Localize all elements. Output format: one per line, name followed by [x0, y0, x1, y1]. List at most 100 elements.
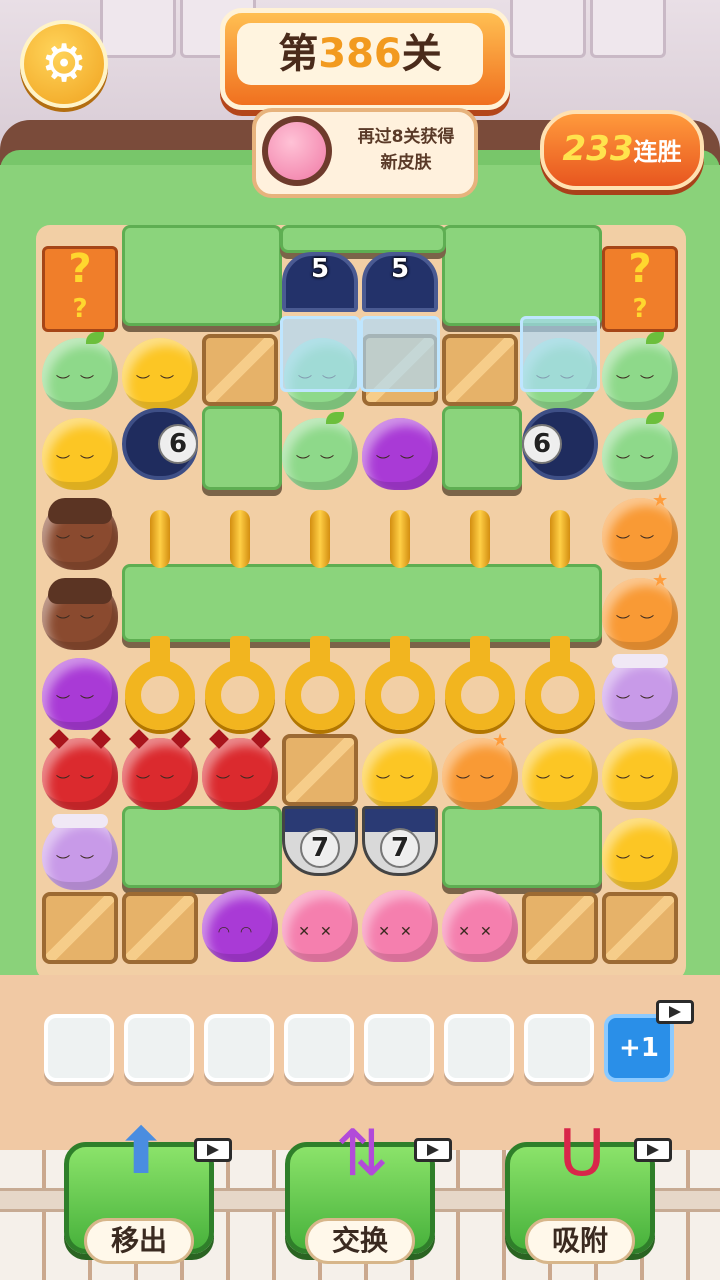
pink-jelly[interactable]: ✕✕: [282, 890, 358, 962]
yellow-jelly[interactable]: ︶︶: [602, 738, 678, 810]
wooden-crate: [122, 892, 198, 964]
golden-pin: [150, 510, 170, 568]
settings-button[interactable]: ⚙: [20, 20, 108, 108]
red-devil-jelly[interactable]: ︶︶: [122, 729, 198, 810]
grass-wall: [442, 806, 602, 888]
green-jelly[interactable]: ︶︶: [42, 332, 118, 410]
streak-number: 233: [562, 129, 634, 169]
gear-icon: ⚙: [40, 34, 88, 94]
pin-ring[interactable]: [205, 660, 275, 730]
video-ad-icon: [656, 1000, 694, 1024]
red-devil-jelly[interactable]: ︶︶: [42, 729, 118, 810]
booster-magnet-label: 吸附: [525, 1218, 635, 1264]
video-ad-icon: [194, 1138, 232, 1162]
golden-pin: [470, 510, 490, 568]
level-prefix: 第: [278, 31, 319, 77]
green-jelly[interactable]: ︶︶: [602, 412, 678, 490]
lilac-jelly[interactable]: ︶︶: [42, 814, 118, 890]
cards-up-icon: ⬆: [114, 1115, 168, 1189]
green-jelly[interactable]: ︶︶: [282, 412, 358, 490]
yellow-jelly[interactable]: ︶︶: [522, 738, 598, 810]
wooden-crate: [602, 892, 678, 964]
grass-wall: [442, 406, 522, 490]
purple-jelly[interactable]: ︶︶: [42, 658, 118, 730]
booster-swap-label: 交换: [305, 1218, 415, 1264]
level-number: 386: [318, 31, 402, 77]
pin-ring[interactable]: [125, 660, 195, 730]
castle-battlement: [100, 0, 176, 58]
magnet-icon: U: [558, 1117, 606, 1191]
castle-battlement: [510, 0, 586, 58]
yellow-jelly[interactable]: ︶︶: [602, 818, 678, 890]
pipe-count: 6: [158, 424, 198, 464]
grass-wall: [442, 225, 602, 326]
lilac-jelly[interactable]: ︶︶: [602, 654, 678, 730]
reward-line-2: 新皮肤: [380, 153, 432, 173]
pipe-count: 7: [380, 828, 420, 868]
castle-battlement: [590, 0, 666, 58]
pin-ring[interactable]: [445, 660, 515, 730]
tray-slot: [444, 1014, 514, 1082]
pipe-count: 5: [310, 254, 330, 284]
wooden-crate: [522, 892, 598, 964]
tray-slot: [44, 1014, 114, 1082]
wooden-crate: [42, 892, 118, 964]
video-ad-icon: [414, 1138, 452, 1162]
tray-slot: [204, 1014, 274, 1082]
purple-jelly[interactable]: ︶︶: [362, 418, 438, 490]
swap-arrows-icon: ⇅: [335, 1117, 389, 1191]
pipe-count: 7: [300, 828, 340, 868]
orange-jelly[interactable]: ★ ︶︶: [602, 570, 678, 650]
pipe-count: 5: [390, 254, 410, 284]
yellow-jelly[interactable]: ︶︶: [122, 338, 198, 410]
yellow-jelly[interactable]: ︶︶: [362, 738, 438, 810]
golden-pin: [310, 510, 330, 568]
ice-block: [520, 316, 600, 392]
reward-text: 再过8关获得 新皮肤: [344, 124, 468, 176]
tray-slot: [284, 1014, 354, 1082]
tray-slot: [524, 1014, 594, 1082]
level-suffix: 关: [401, 31, 442, 77]
purple-jelly-happy[interactable]: ◠◠: [202, 890, 278, 962]
chocolate-jelly[interactable]: ︶︶: [42, 578, 118, 650]
add-slot-button[interactable]: +1: [604, 1014, 674, 1082]
tray-slot: [364, 1014, 434, 1082]
grass-wall: [122, 225, 282, 326]
golden-pin: [230, 510, 250, 568]
ice-block: [280, 316, 360, 392]
pin-ring[interactable]: [285, 660, 355, 730]
streak-label: 连胜: [633, 138, 682, 166]
ice-block: [360, 316, 440, 392]
win-streak-badge: 233连胜: [540, 110, 704, 190]
skin-reward-panel: 再过8关获得 新皮肤: [252, 108, 478, 198]
wooden-crate: [202, 334, 278, 406]
wooden-crate: [442, 334, 518, 406]
golden-pin: [550, 510, 570, 568]
level-title: 第386关: [237, 23, 483, 85]
booster-remove-label: 移出: [84, 1218, 194, 1264]
green-jelly[interactable]: ︶︶: [602, 332, 678, 410]
golden-pin: [390, 510, 410, 568]
orange-jelly[interactable]: ★ ︶︶: [442, 730, 518, 810]
yellow-jelly[interactable]: ︶︶: [42, 418, 118, 490]
pink-jelly[interactable]: ✕✕: [362, 890, 438, 962]
mystery-box[interactable]: ??: [42, 246, 118, 332]
red-devil-jelly[interactable]: ︶︶: [202, 729, 278, 810]
skin-avatar: [262, 116, 332, 186]
pipe-count: 6: [522, 424, 562, 464]
grass-wall: [122, 564, 602, 642]
video-ad-icon: [634, 1138, 672, 1162]
grass-wall: [122, 806, 282, 888]
grass-wall: [280, 225, 446, 253]
tray-slot: [124, 1014, 194, 1082]
wooden-crate: [282, 734, 358, 806]
chocolate-jelly[interactable]: ︶︶: [42, 498, 118, 570]
orange-jelly[interactable]: ★ ︶︶: [602, 490, 678, 570]
grass-wall: [202, 406, 282, 490]
reward-line-1: 再过8关获得: [357, 127, 455, 147]
level-banner: 第386关: [220, 8, 510, 110]
pin-ring[interactable]: [365, 660, 435, 730]
pin-ring[interactable]: [525, 660, 595, 730]
pink-jelly[interactable]: ✕✕: [442, 890, 518, 962]
mystery-box[interactable]: ??: [602, 246, 678, 332]
